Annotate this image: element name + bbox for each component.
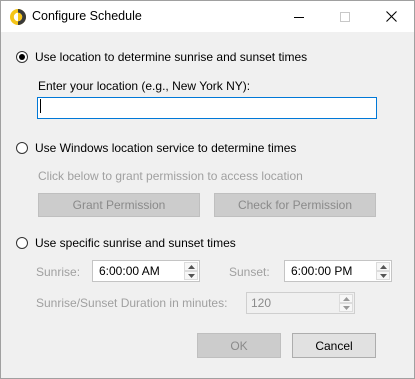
ok-button-label: OK [230, 338, 248, 353]
check-permission-label: Check for Permission [237, 198, 353, 212]
location-input[interactable] [37, 97, 377, 119]
duration-stepper[interactable]: 120 [246, 292, 355, 314]
location-prompt-label: Enter your location (e.g., New York NY): [38, 79, 251, 93]
permission-note: Click below to grant permission to acces… [38, 169, 303, 183]
sunrise-time-value: 6:00:00 AM [99, 264, 160, 278]
sunset-time-picker[interactable]: 6:00:00 PM [284, 260, 392, 282]
location-radio[interactable] [16, 51, 28, 63]
spin-up-icon[interactable] [339, 294, 353, 303]
configure-schedule-dialog: Configure Schedule Use location to deter… [0, 0, 415, 379]
close-button[interactable] [368, 1, 414, 32]
duration-value: 120 [251, 296, 272, 310]
close-icon [385, 11, 397, 22]
sunset-spinner[interactable] [376, 262, 390, 280]
spin-up-icon[interactable] [376, 262, 390, 271]
specific-times-radio-label[interactable]: Use specific sunrise and sunset times [35, 236, 236, 250]
spin-down-icon[interactable] [339, 303, 353, 312]
title-bar[interactable]: Configure Schedule [1, 1, 414, 32]
sunrise-time-picker[interactable]: 6:00:00 AM [92, 260, 200, 282]
check-permission-button[interactable]: Check for Permission [214, 193, 376, 217]
cancel-button-label: Cancel [315, 338, 353, 353]
grant-permission-label: Grant Permission [72, 198, 166, 212]
sunset-time-value: 6:00:00 PM [291, 264, 353, 278]
cancel-button[interactable]: Cancel [292, 333, 376, 358]
sunrise-label: Sunrise: [36, 265, 81, 279]
sunset-label: Sunset: [229, 265, 270, 279]
duration-spinner[interactable] [339, 294, 353, 312]
spin-up-icon[interactable] [184, 262, 198, 271]
windows-location-radio[interactable] [16, 142, 28, 154]
text-caret [40, 99, 41, 113]
windows-location-radio-label[interactable]: Use Windows location service to determin… [35, 141, 296, 155]
specific-times-radio[interactable] [16, 237, 28, 249]
minimize-icon [294, 16, 304, 18]
app-icon [10, 9, 26, 25]
ok-button[interactable]: OK [197, 333, 281, 358]
window-title: Configure Schedule [32, 9, 142, 23]
spin-down-icon[interactable] [376, 271, 390, 280]
grant-permission-button[interactable]: Grant Permission [38, 193, 200, 217]
sunrise-spinner[interactable] [184, 262, 198, 280]
location-radio-label[interactable]: Use location to determine sunrise and su… [35, 50, 307, 64]
maximize-button[interactable] [322, 1, 368, 32]
minimize-button[interactable] [276, 1, 322, 32]
maximize-icon [340, 11, 350, 22]
spin-down-icon[interactable] [184, 271, 198, 280]
duration-label: Sunrise/Sunset Duration in minutes: [36, 296, 228, 310]
